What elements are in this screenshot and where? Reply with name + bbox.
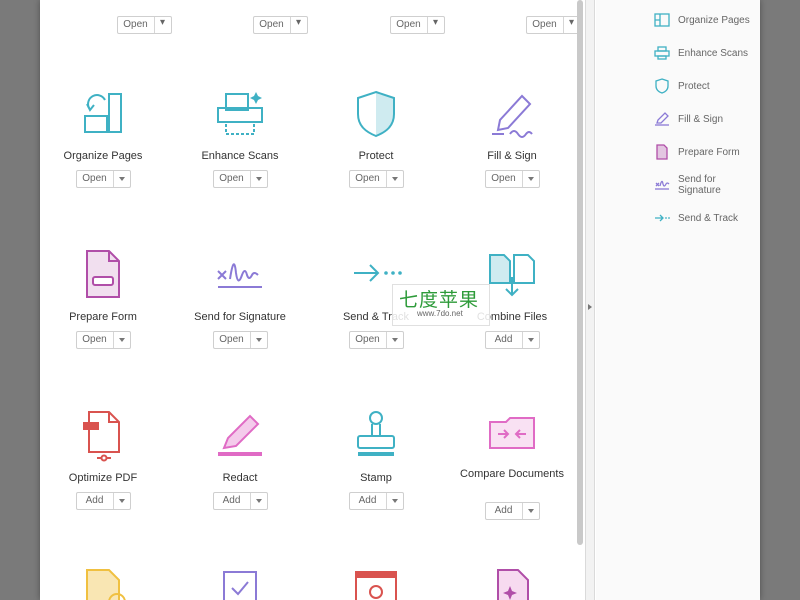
open-button[interactable]: Open: [212, 331, 268, 349]
open-button[interactable]: Open: [212, 170, 268, 188]
tool-stamp[interactable]: Stamp Add: [316, 408, 436, 510]
tools-grid: Open ▾ Open ▾ Open ▾ Open ▾ Organize Pages O…: [40, 0, 586, 600]
open-button[interactable]: Open: [484, 170, 540, 188]
stamp-icon: [348, 408, 404, 464]
scrollbar-thumb[interactable]: [577, 0, 583, 545]
signature-icon: [212, 247, 268, 303]
dropdown-arrow-icon[interactable]: [114, 332, 130, 348]
add-button[interactable]: Add: [484, 502, 540, 520]
enhance-scans-icon: [654, 45, 670, 61]
dropdown-arrow-icon[interactable]: [114, 171, 130, 187]
dropdown-arrow-icon[interactable]: [387, 171, 403, 187]
dropdown-arrow-icon[interactable]: [251, 332, 267, 348]
pen-sign-icon: [484, 86, 540, 142]
dropdown-arrow-icon[interactable]: [387, 493, 403, 509]
sidebar-item-fill-sign[interactable]: Fill & Sign: [654, 109, 723, 129]
enhance-scans-icon: [212, 86, 268, 142]
tool-stub-2: Open ▾: [220, 0, 340, 34]
tool-organize-pages[interactable]: Organize Pages Open: [43, 86, 163, 188]
prepare-form-icon: [75, 247, 131, 303]
dropdown-arrow-icon[interactable]: [523, 171, 539, 187]
compare-documents-icon: [484, 408, 540, 464]
open-button[interactable]: Open ▾: [252, 16, 308, 34]
sidebar-item-organize-pages[interactable]: Organize Pages: [654, 10, 750, 30]
open-button[interactable]: Open ▾: [525, 16, 581, 34]
optimize-pdf-icon: [75, 408, 131, 464]
shield-icon: [348, 86, 404, 142]
combine-files-icon: [484, 247, 540, 303]
tool-send-for-signature[interactable]: Send for Signature Open: [180, 247, 300, 349]
dropdown-arrow-icon[interactable]: [523, 332, 539, 348]
pane-divider[interactable]: [585, 0, 595, 600]
tool-protect[interactable]: Protect Open: [316, 86, 436, 188]
open-button[interactable]: Open: [75, 331, 131, 349]
tool-partial-4[interactable]: [452, 566, 572, 600]
dropdown-arrow-icon[interactable]: ▾: [155, 17, 171, 33]
tool-fill-sign[interactable]: Fill & Sign Open: [452, 86, 572, 188]
sidebar-item-send-track[interactable]: Send & Track: [654, 208, 738, 228]
dropdown-arrow-icon[interactable]: [523, 503, 539, 519]
open-button[interactable]: Open: [348, 331, 404, 349]
pen-sign-icon: [654, 111, 670, 127]
document-icon: [75, 566, 131, 600]
open-button[interactable]: Open ▾: [116, 16, 172, 34]
checkbox-icon: [212, 566, 268, 600]
dropdown-arrow-icon[interactable]: [387, 332, 403, 348]
acrobat-window: Open ▾ Open ▾ Open ▾ Open ▾ Organize Pages O…: [40, 0, 760, 600]
add-button[interactable]: Add: [348, 492, 404, 510]
tool-partial-1[interactable]: [43, 566, 163, 600]
sidebar-item-protect[interactable]: Protect: [654, 76, 710, 96]
add-button[interactable]: Add: [75, 492, 131, 510]
right-tools-pane: Organize Pages Enhance Scans Protect Fil…: [596, 0, 760, 600]
tool-prepare-form[interactable]: Prepare Form Open: [43, 247, 163, 349]
prepare-form-icon: [654, 144, 670, 160]
sidebar-item-prepare-form[interactable]: Prepare Form: [654, 142, 740, 162]
tool-optimize-pdf[interactable]: Optimize PDF Add: [43, 408, 163, 510]
watermark: 七度苹果 www.7do.net: [392, 284, 490, 326]
tool-partial-2[interactable]: [180, 566, 300, 600]
add-button[interactable]: Add: [212, 492, 268, 510]
open-button[interactable]: Open ▾: [389, 16, 445, 34]
tool-stub-1: Open ▾: [84, 0, 204, 34]
dropdown-arrow-icon[interactable]: [251, 171, 267, 187]
tool-stub-4: Open ▾: [493, 0, 586, 34]
tool-redact[interactable]: Redact Add: [180, 408, 300, 510]
open-button[interactable]: Open: [348, 170, 404, 188]
rich-media-icon: [484, 566, 540, 600]
shield-icon: [654, 78, 670, 94]
dropdown-arrow-icon[interactable]: [251, 493, 267, 509]
signature-icon: [654, 177, 670, 193]
tool-enhance-scans[interactable]: Enhance Scans Open: [180, 86, 300, 188]
open-button[interactable]: Open: [75, 170, 131, 188]
tool-partial-3[interactable]: [316, 566, 436, 600]
dropdown-arrow-icon[interactable]: ▾: [428, 17, 444, 33]
tool-stub-3: Open ▾: [357, 0, 477, 34]
redact-marker-icon: [212, 408, 268, 464]
collapse-arrow-icon[interactable]: [588, 304, 592, 310]
sidebar-item-enhance-scans[interactable]: Enhance Scans: [654, 43, 748, 63]
organize-pages-icon: [654, 12, 670, 28]
dropdown-arrow-icon[interactable]: [114, 493, 130, 509]
tool-compare-documents[interactable]: Compare Documents Add: [452, 408, 572, 520]
organize-pages-icon: [75, 86, 131, 142]
certificate-icon: [348, 566, 404, 600]
sidebar-item-send-for-signature[interactable]: Send for Signature: [654, 174, 760, 196]
send-track-icon: [654, 210, 670, 226]
add-button[interactable]: Add: [484, 331, 540, 349]
dropdown-arrow-icon[interactable]: ▾: [291, 17, 307, 33]
